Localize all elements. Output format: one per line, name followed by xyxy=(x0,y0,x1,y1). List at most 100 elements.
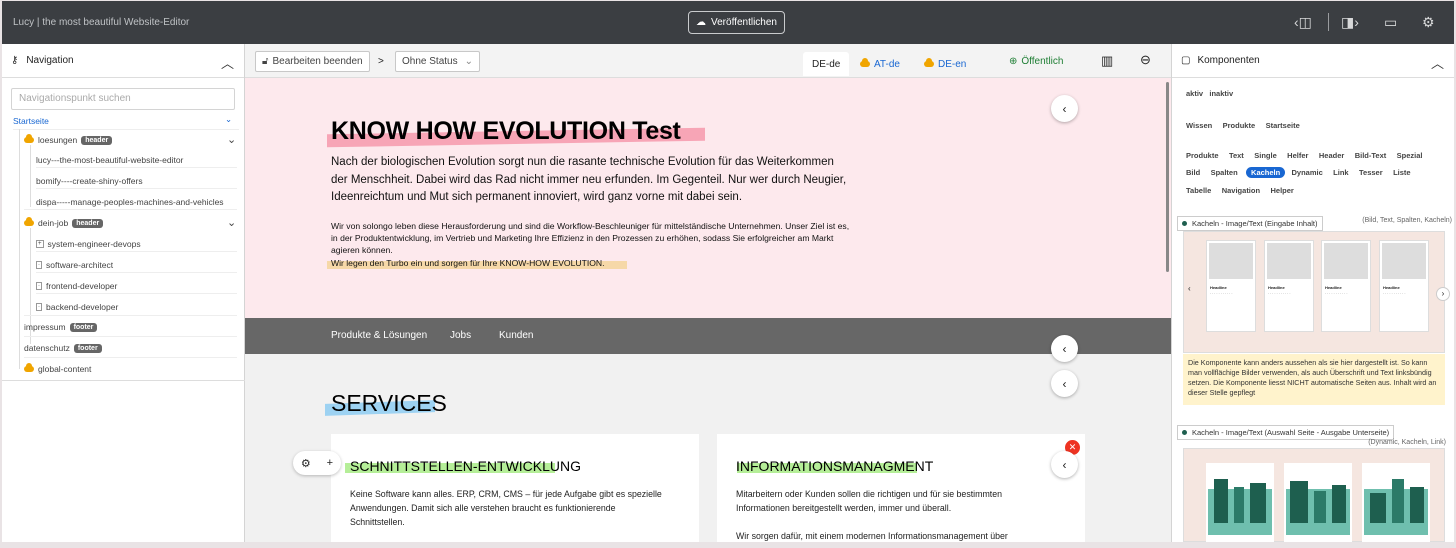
tag[interactable]: Helfer xyxy=(1287,151,1308,160)
scrollbar[interactable] xyxy=(1166,82,1169,272)
nav-item-loesungen[interactable]: loesungen header xyxy=(24,134,113,145)
visibility-public-button[interactable]: ⊕ Öffentlich xyxy=(1000,49,1072,73)
filter-tag[interactable]: Wissen xyxy=(1186,121,1212,130)
end-edit-button[interactable]: 🔓︎ Bearbeiten beenden xyxy=(255,51,370,72)
top-bar: Lucy | the most beautiful Website-Editor… xyxy=(2,1,1454,44)
filter-tag[interactable]: Produkte xyxy=(1223,121,1256,130)
panel-left-icon[interactable]: ‹◫ xyxy=(1294,13,1312,31)
tag[interactable]: Tesser xyxy=(1359,168,1383,177)
collapse-button[interactable]: ‹ xyxy=(1051,95,1078,122)
nav-item[interactable]: · backend-developer xyxy=(36,302,118,312)
plus-icon[interactable]: + xyxy=(327,457,333,469)
component-warning: Die Komponente kann anders aussehen als … xyxy=(1183,354,1445,405)
chevron-down-icon[interactable]: ⌄ xyxy=(227,133,236,146)
component-preview-kacheln[interactable]: Headline · · · · · · · · · · · Headline · … xyxy=(1183,231,1450,353)
nav-item-global-content[interactable]: global-content xyxy=(24,363,91,374)
hero-section[interactable]: KNOW HOW EVOLUTION Test Nach der biologi… xyxy=(245,78,1171,318)
card-text: Mitarbeitern oder Kunden sollen die rich… xyxy=(736,489,1008,541)
nav-root-startseite[interactable]: Startseite xyxy=(13,116,49,126)
tree-line xyxy=(30,145,31,207)
filter-tag[interactable]: Startseite xyxy=(1266,121,1300,130)
app-title: Lucy | the most beautiful Website-Editor xyxy=(13,17,190,28)
footer-badge: footer xyxy=(69,322,98,332)
menu-item[interactable]: Jobs xyxy=(450,330,471,341)
tag[interactable]: Helper xyxy=(1270,186,1293,195)
tag[interactable]: Link xyxy=(1333,168,1348,177)
filter-category: Wissen Produkte Startseite xyxy=(1186,121,1300,130)
chevron-right-icon[interactable]: › xyxy=(1436,287,1450,301)
service-card[interactable]: SCHNITTSTELLEN-ENTWICKLUNG Keine Softwar… xyxy=(331,434,699,542)
tag[interactable]: Bild xyxy=(1186,168,1200,177)
tab-lang-de-de[interactable]: DE-de xyxy=(803,52,850,76)
editor-app: Lucy | the most beautiful Website-Editor… xyxy=(2,1,1454,542)
gear-icon[interactable]: ⚙ xyxy=(1422,13,1435,31)
tag[interactable]: Liste xyxy=(1393,168,1411,177)
components-panel: ▢ Komponenten ︿ aktiv inaktiv Wissen Pro… xyxy=(1171,44,1454,542)
collapse-button[interactable]: ‹ xyxy=(1051,335,1078,362)
nav-item-impressum[interactable]: impressum footer xyxy=(24,322,98,332)
globe-icon: ⊕ xyxy=(1009,55,1018,67)
chevron-down-icon: ⌄ xyxy=(464,56,473,67)
components-header[interactable]: ▢ Komponenten ︿ xyxy=(1172,44,1454,78)
divider xyxy=(13,129,239,130)
chevron-down-icon[interactable]: ⌄ xyxy=(225,114,232,125)
divider xyxy=(24,357,237,358)
tab-lang-at-de[interactable]: AT-de xyxy=(851,52,909,76)
component-title: Kacheln - Image/Text (Auswahl Seite - Au… xyxy=(1177,425,1395,440)
tag[interactable]: Produkte xyxy=(1186,151,1219,160)
panel-right-icon[interactable]: ◨› xyxy=(1341,13,1359,31)
body-highlight-text: Wir legen den Turbo ein und sorgen für I… xyxy=(331,257,605,268)
component-tags: (Bild, Text, Spalten, Kacheln) xyxy=(1362,217,1452,224)
filter-inaktiv[interactable]: inaktiv xyxy=(1209,89,1233,98)
nav-item[interactable]: lucy---the-most-beautiful-website-editor xyxy=(36,155,183,165)
divider xyxy=(24,336,237,337)
page-icon: · xyxy=(36,303,42,311)
nav-item[interactable]: · software-architect xyxy=(36,260,113,270)
tag[interactable]: Tabelle xyxy=(1186,186,1211,195)
navigation-header[interactable]: ⚷ Navigation ︿ xyxy=(2,44,244,78)
tag[interactable]: Bild-Text xyxy=(1355,151,1387,160)
zoom-out-icon[interactable]: ⊖ xyxy=(1140,52,1151,68)
chevron-down-icon[interactable]: ⌄ xyxy=(227,216,236,229)
service-card[interactable]: INFORMATIONSMANAGMENT Mitarbeitern oder … xyxy=(717,434,1085,542)
component-tags-row1: Produkte Text Single Helfer Header Bild-… xyxy=(1186,151,1423,160)
nav-item[interactable]: bomify----create-shiny-offers xyxy=(36,176,143,186)
tag[interactable]: Navigation xyxy=(1222,186,1260,195)
card-text: Keine Software kann alles. ERP, CRM, CMS… xyxy=(350,489,662,527)
collapse-button[interactable]: ‹ xyxy=(1051,370,1078,397)
nav-item-dein-job[interactable]: dein-job header xyxy=(24,217,104,228)
nav-item-datenschutz[interactable]: datenschutz footer xyxy=(24,343,102,353)
nav-item[interactable]: · frontend-developer xyxy=(36,281,117,291)
tag[interactable]: Single xyxy=(1254,151,1277,160)
divider xyxy=(36,188,237,189)
menu-item[interactable]: Produkte & Lösungen xyxy=(331,330,427,341)
plus-box-icon[interactable]: + xyxy=(36,240,44,248)
tag[interactable]: Text xyxy=(1229,151,1244,160)
nav-item[interactable]: + system-engineer-devops xyxy=(36,239,141,249)
divider xyxy=(36,251,237,252)
menu-item[interactable]: Kunden xyxy=(499,330,533,341)
lead-text: Nach der biologischen Evolution sorgt nu… xyxy=(331,156,847,203)
filter-aktiv[interactable]: aktiv xyxy=(1186,89,1203,98)
navigation-search-input[interactable]: Navigationspunkt suchen xyxy=(11,88,235,110)
status-select[interactable]: Ohne Status ⌄ xyxy=(395,51,480,72)
chevron-up-icon[interactable]: ︿ xyxy=(1431,53,1444,72)
site-menu: Produkte & Lösungen Jobs Kunden xyxy=(245,318,1171,354)
gear-icon[interactable]: ⚙ xyxy=(301,457,311,470)
component-tags: (Dynamic, Kacheln, Link) xyxy=(1368,439,1446,446)
publish-button[interactable]: ☁ Veröffentlichen xyxy=(688,11,785,34)
tag[interactable]: Spezial xyxy=(1397,151,1423,160)
columns-icon[interactable]: ▥ xyxy=(1101,53,1113,69)
tag-active[interactable]: Kacheln xyxy=(1246,167,1286,178)
component-preview-kacheln-dynamic[interactable] xyxy=(1183,448,1445,542)
tag[interactable]: Spalten xyxy=(1211,168,1238,177)
preview-tile: Headline · · · · · · · · · · · xyxy=(1264,240,1314,332)
chevron-up-icon[interactable]: ︿ xyxy=(221,53,234,72)
tab-lang-de-en[interactable]: DE-en xyxy=(915,52,975,76)
nav-item[interactable]: dispa-----manage-peoples-machines-and-ve… xyxy=(36,197,224,207)
sitemap-icon: ⚷ xyxy=(11,55,19,66)
collapse-button[interactable]: ‹ xyxy=(1051,451,1078,478)
tag[interactable]: Dynamic xyxy=(1291,168,1322,177)
tag[interactable]: Header xyxy=(1319,151,1344,160)
monitor-icon[interactable]: ▭ xyxy=(1384,13,1397,31)
